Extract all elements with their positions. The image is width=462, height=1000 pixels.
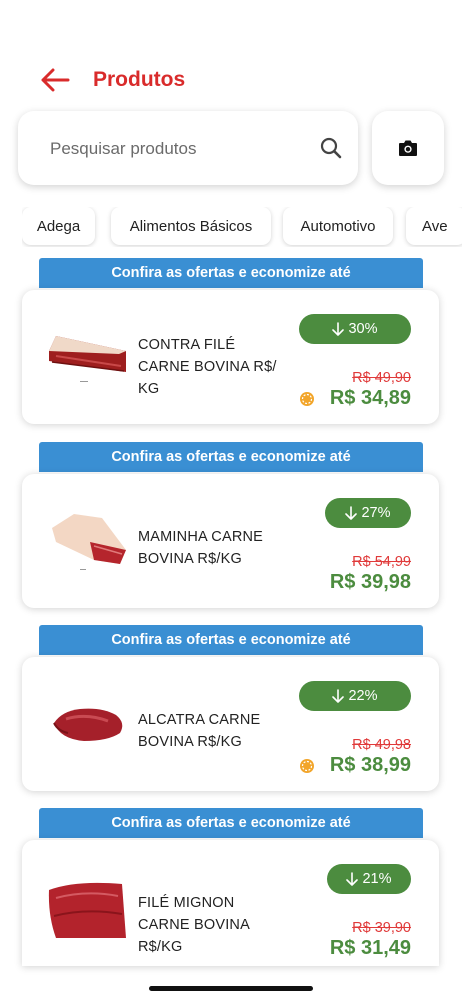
arrow-down-icon <box>345 505 358 520</box>
search-icon[interactable] <box>320 137 342 159</box>
coin-icon <box>300 392 314 406</box>
coin-icon <box>300 759 314 773</box>
discount-badge: 21% <box>327 864 411 894</box>
category-chip-adega[interactable]: Adega <box>22 207 95 245</box>
offer-banner: Confira as ofertas e economize até <box>39 258 423 288</box>
discount-badge: 27% <box>325 498 411 528</box>
offer-banner: Confira as ofertas e economize até <box>39 625 423 655</box>
product-image <box>52 514 126 570</box>
old-price: R$ 49,98 <box>352 737 411 753</box>
status-bar <box>322 24 402 36</box>
camera-icon <box>399 140 417 156</box>
search-box <box>18 111 358 187</box>
product-card[interactable]: ALCATRA CARNE BOVINA R$/KG 22% R$ 49,98 … <box>22 657 439 791</box>
discount-value: 30% <box>348 321 378 337</box>
product-card[interactable]: FILÉ MIGNON CARNE BOVINA R$/KG 21% R$ 39… <box>22 840 439 966</box>
product-card[interactable]: MAMINHA CARNE BOVINA R$/KG 27% R$ 54,99 … <box>22 474 439 608</box>
arrow-down-icon <box>332 321 345 336</box>
old-price: R$ 49,90 <box>352 370 411 386</box>
new-price: R$ 38,99 <box>329 754 411 776</box>
category-chip-automotivo[interactable]: Automotivo <box>283 207 393 245</box>
product-name: MAMINHA CARNE BOVINA R$/KG <box>138 529 264 567</box>
old-price: R$ 39,90 <box>352 920 411 936</box>
home-indicator[interactable] <box>149 986 313 991</box>
discount-badge: 30% <box>299 314 411 344</box>
product-name: ALCATRA CARNE BOVINA R$/KG <box>138 712 261 750</box>
new-price: R$ 34,89 <box>329 387 411 409</box>
discount-value: 27% <box>361 505 391 521</box>
header: Produtos <box>38 60 185 100</box>
offer-banner: Confira as ofertas e economize até <box>39 442 423 472</box>
product-image <box>48 882 127 938</box>
category-chips: Adega Alimentos Básicos Automotivo Ave <box>22 207 462 247</box>
camera-button[interactable] <box>372 111 444 185</box>
discount-value: 21% <box>362 871 392 887</box>
product-image <box>49 336 126 382</box>
search-input[interactable] <box>48 111 302 187</box>
new-price: R$ 31,49 <box>329 937 411 959</box>
arrow-down-icon <box>332 688 345 703</box>
back-button[interactable] <box>38 63 72 97</box>
arrow-left-icon <box>41 68 70 92</box>
old-price: R$ 54,99 <box>352 554 411 570</box>
offer-banner: Confira as ofertas e economize até <box>39 808 423 838</box>
product-card[interactable]: CONTRA FILÉ CARNE BOVINA R$/ KG 30% R$ 4… <box>22 290 439 424</box>
arrow-down-icon <box>346 871 359 886</box>
product-name: CONTRA FILÉ CARNE BOVINA R$/ KG <box>138 337 277 397</box>
discount-badge: 22% <box>299 681 411 711</box>
product-name: FILÉ MIGNON CARNE BOVINA R$/KG <box>138 895 250 955</box>
discount-value: 22% <box>348 688 378 704</box>
product-image <box>53 708 123 741</box>
category-chip-alimentos-basicos[interactable]: Alimentos Básicos <box>111 207 271 245</box>
category-chip-ave[interactable]: Ave <box>406 207 462 245</box>
page-title: Produtos <box>93 68 186 91</box>
new-price: R$ 39,98 <box>329 571 411 593</box>
